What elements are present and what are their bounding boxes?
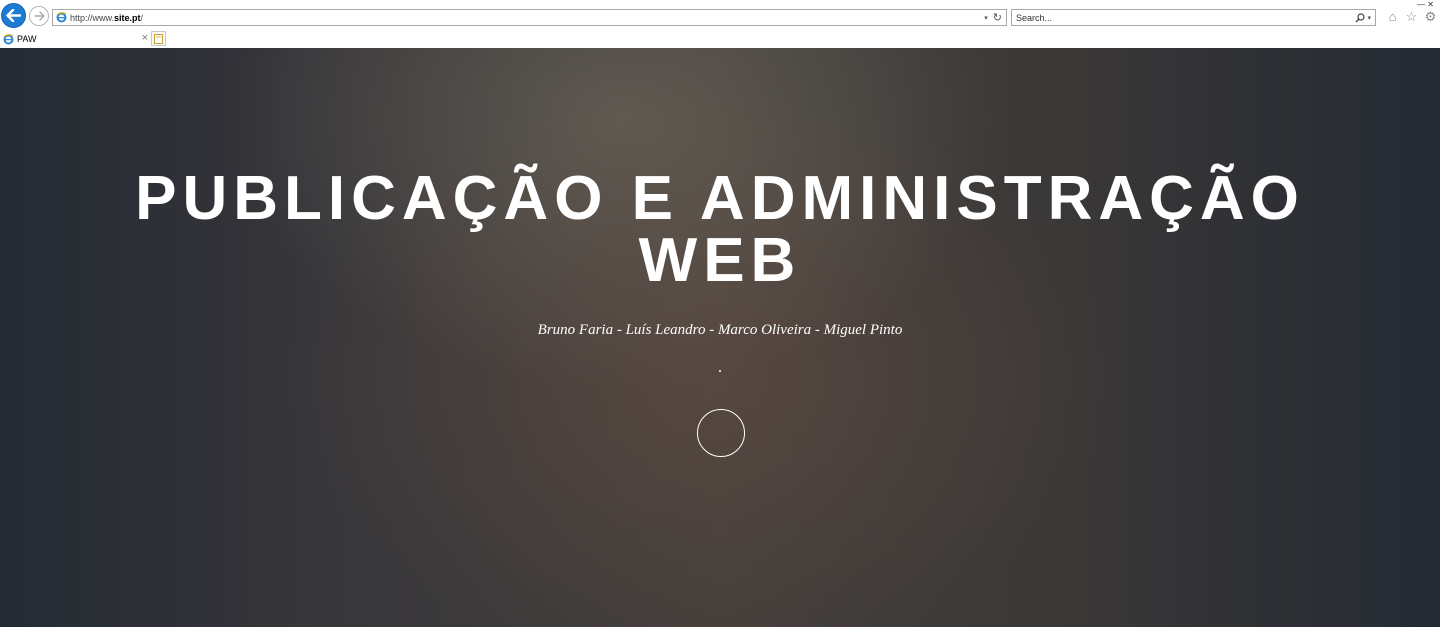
url-suffix: /: [140, 12, 144, 23]
forward-arrow-icon: [33, 11, 45, 21]
tab-bar: PAW ×: [0, 30, 1440, 48]
search-controls: ▾: [1355, 11, 1371, 25]
url-host: site.pt: [114, 12, 141, 23]
new-tab-button[interactable]: [151, 31, 166, 46]
address-dropdown-icon[interactable]: ▾: [984, 14, 988, 22]
forward-button[interactable]: [29, 6, 49, 26]
search-dropdown-icon[interactable]: ▾: [1367, 14, 1371, 22]
authors-line: Bruno Faria - Luís Leandro - Marco Olive…: [537, 322, 903, 338]
search-icon[interactable]: [1355, 13, 1366, 23]
close-icon[interactable]: ×: [142, 32, 148, 44]
page-title-line2: WEB: [638, 226, 802, 295]
scroll-circle-button[interactable]: [697, 409, 745, 457]
url-prefix: http://www.: [70, 12, 115, 23]
tab-title: PAW: [17, 34, 37, 44]
url-text: http://www.site.pt/: [70, 13, 143, 23]
gear-icon[interactable]: ⚙: [1423, 9, 1438, 24]
hero-section: PUBLICAÇÃO E ADMINISTRAÇÃO WEB Bruno Far…: [0, 48, 1440, 627]
ie-page-icon: [56, 12, 67, 23]
search-bar[interactable]: ▾: [1011, 9, 1376, 26]
browser-actions: ⌂ ☆ ⚙: [1385, 9, 1438, 25]
tab-paw[interactable]: PAW ×: [0, 30, 151, 48]
browser-toolbar: http://www.site.pt/ ▾ ↻ ▾ ⌂ ☆ ⚙ — ✕: [0, 0, 1440, 29]
search-input[interactable]: [1016, 12, 1336, 23]
new-tab-icon: [154, 33, 163, 44]
page-title: PUBLICAÇÃO E ADMINISTRAÇÃO WEB: [120, 168, 1320, 292]
back-button[interactable]: [1, 3, 26, 28]
star-icon[interactable]: ☆: [1404, 9, 1419, 24]
decorative-dot: [719, 370, 721, 372]
address-bar[interactable]: http://www.site.pt/ ▾ ↻: [52, 9, 1007, 26]
back-arrow-icon: [6, 9, 21, 22]
refresh-icon[interactable]: ↻: [993, 12, 1002, 24]
browser-chrome: http://www.site.pt/ ▾ ↻ ▾ ⌂ ☆ ⚙ — ✕: [0, 0, 1440, 48]
page-title-line1: PUBLICAÇÃO E ADMINISTRAÇÃO: [135, 164, 1305, 233]
address-bar-controls: ▾ ↻: [984, 11, 1002, 25]
home-icon[interactable]: ⌂: [1385, 9, 1400, 24]
window-controls[interactable]: — ✕: [1417, 0, 1434, 9]
ie-tab-icon: [3, 33, 14, 44]
